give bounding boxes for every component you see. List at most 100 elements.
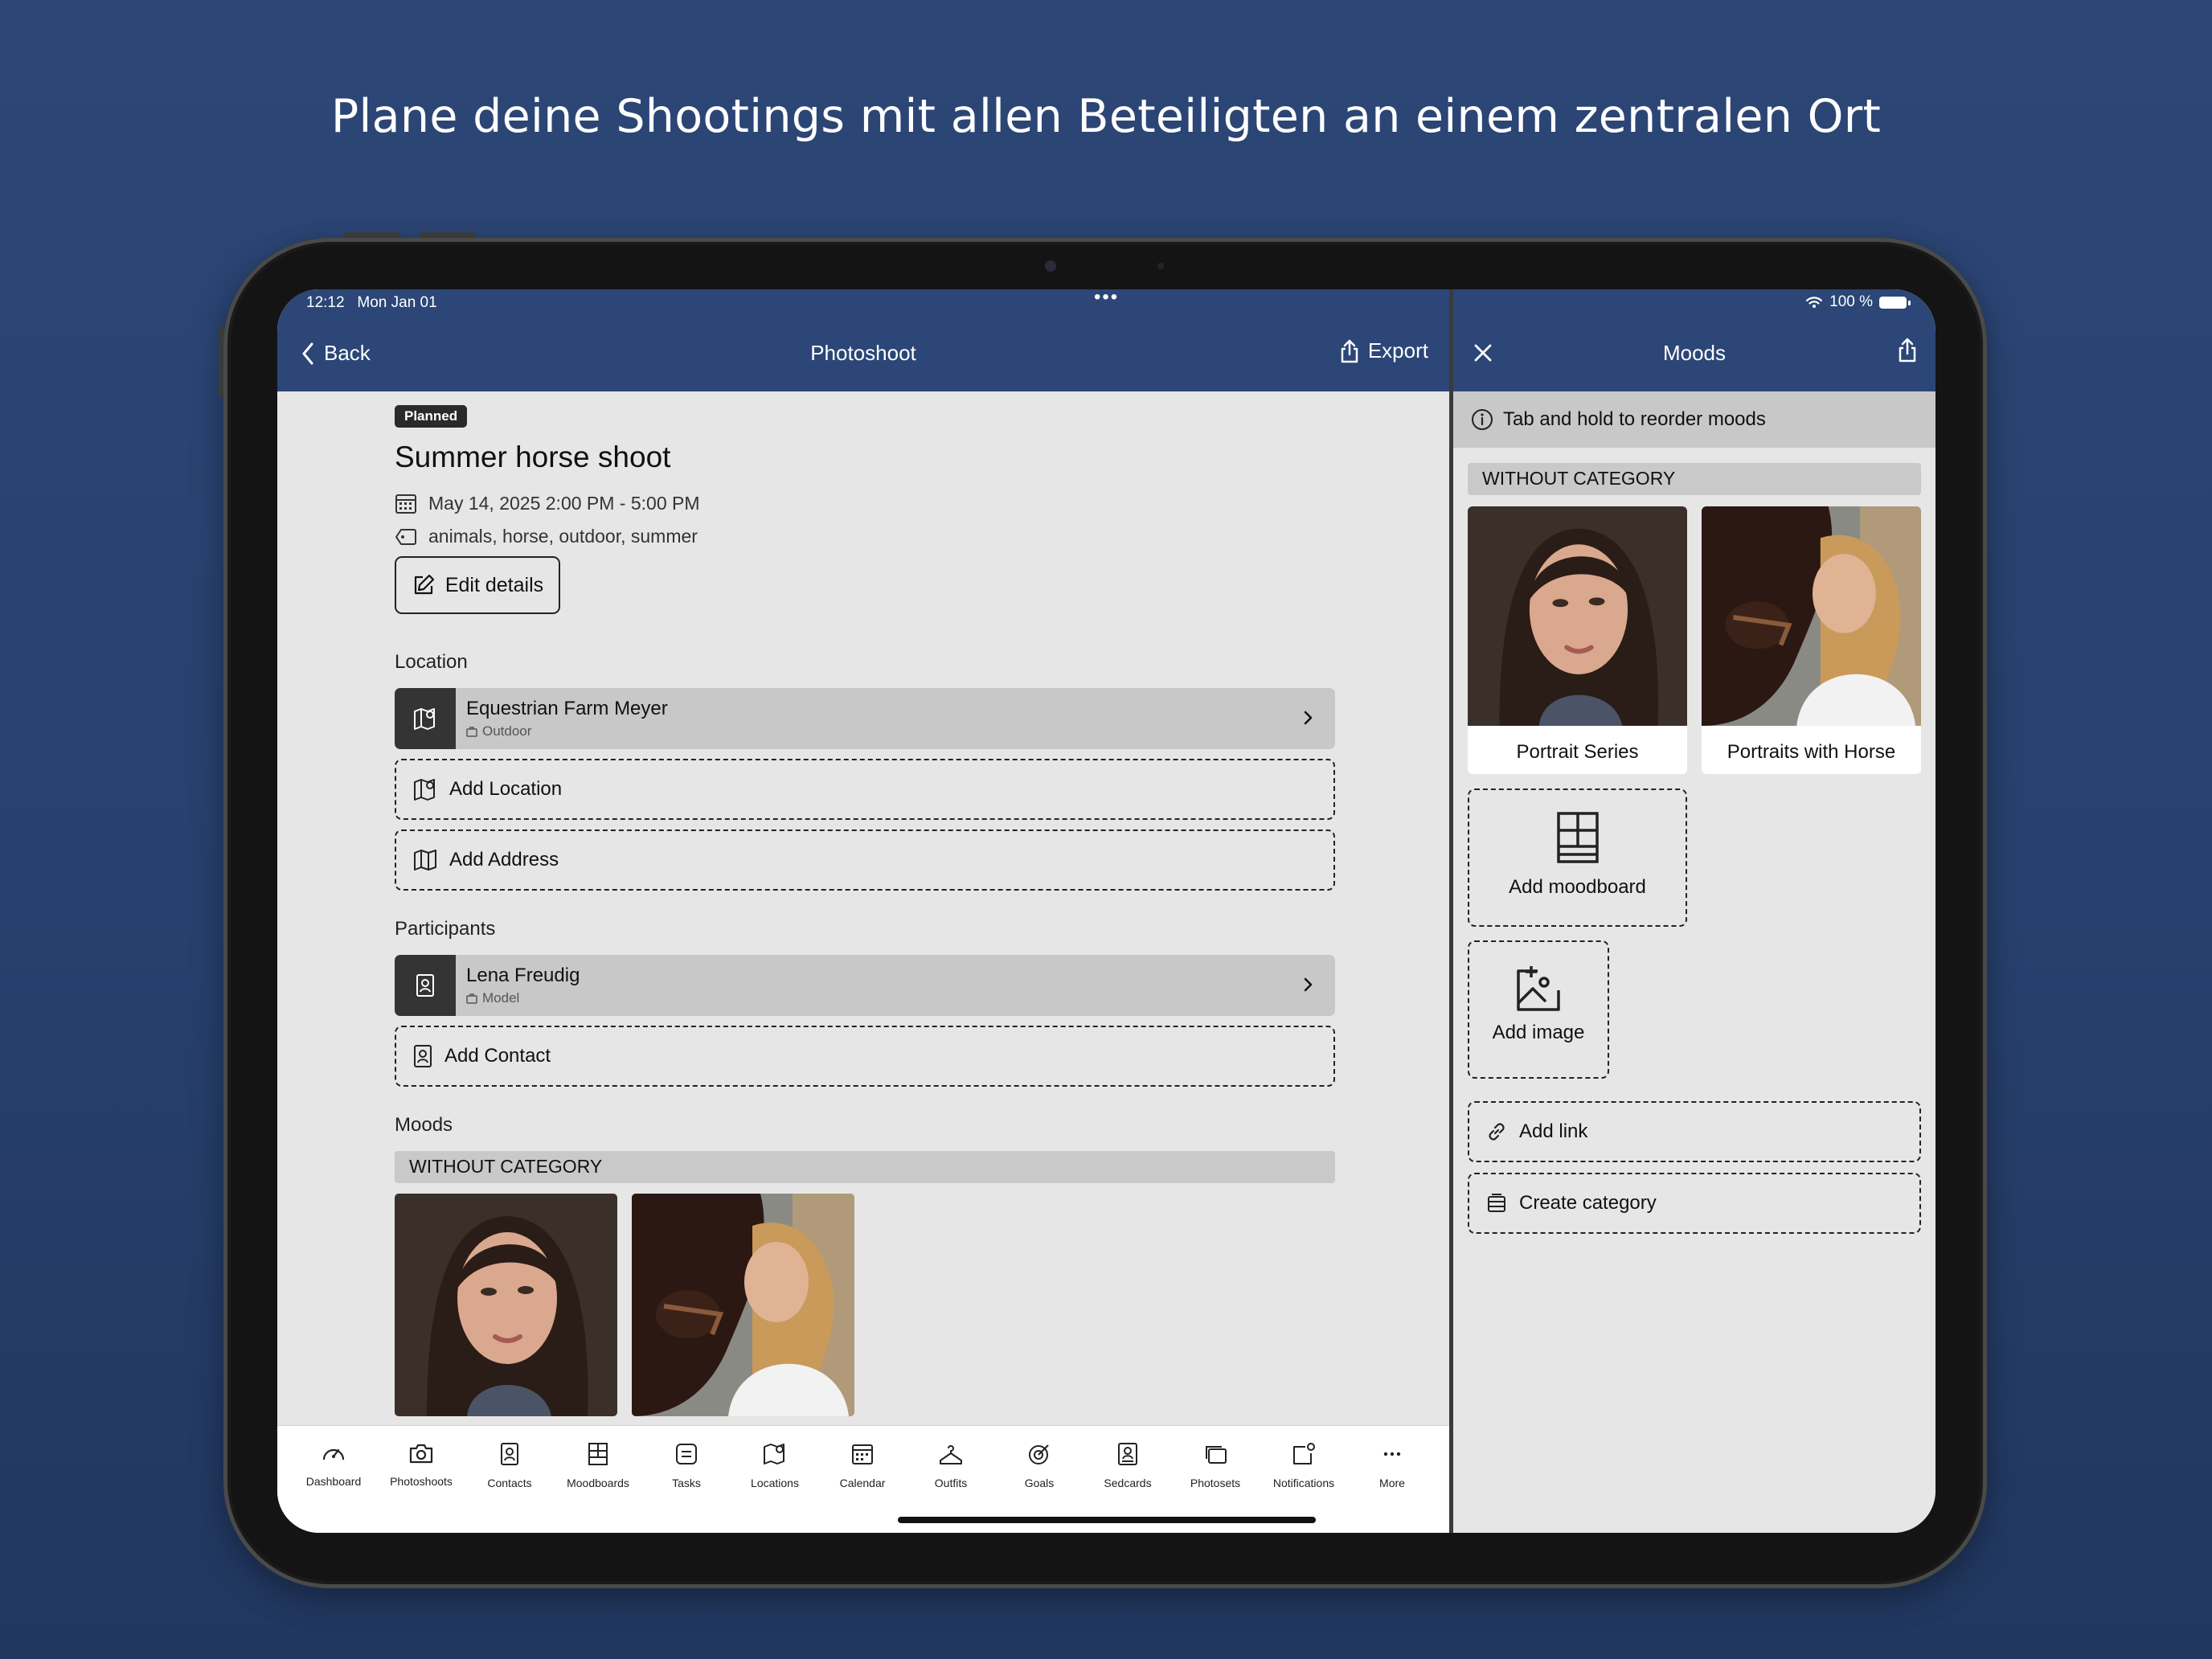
add-image-button[interactable]: Add image — [1468, 940, 1609, 1079]
photoset-icon — [1206, 1446, 1227, 1464]
photoshoot-pane: Back Photoshoot Export Planned Summer ho… — [277, 289, 1449, 1533]
gauge-icon — [322, 1448, 345, 1460]
status-bar: 12:12 Mon Jan 01 ••• 100 % — [277, 289, 1936, 312]
tab-label: Locations — [751, 1477, 799, 1489]
front-camera — [1045, 260, 1056, 272]
shoot-datetime: May 14, 2025 2:00 PM - 5:00 PM — [428, 492, 700, 514]
location-item[interactable]: Equestrian Farm Meyer Outdoor — [395, 688, 1335, 749]
multitasking-dots[interactable]: ••• — [1094, 289, 1119, 309]
chevron-right-icon — [1304, 711, 1313, 725]
participant-name: Lena Freudig — [466, 965, 580, 986]
add-location-button[interactable]: Add Location — [395, 759, 1335, 820]
export-button[interactable]: Export — [1339, 338, 1428, 363]
sedcard-icon — [1118, 1443, 1137, 1465]
tab-notifications[interactable]: Notifications — [1260, 1442, 1348, 1489]
portrait-photo — [395, 1194, 617, 1416]
map-icon — [414, 850, 436, 870]
participant-role-label: Model — [482, 990, 520, 1006]
edit-details-button[interactable]: Edit details — [395, 556, 560, 614]
category-header: WITHOUT CATEGORY — [1468, 463, 1921, 495]
moodboard-icon — [588, 1443, 608, 1465]
calendar-icon — [395, 494, 416, 514]
notification-icon — [1293, 1443, 1315, 1464]
chevron-right-icon — [1304, 977, 1313, 992]
reorder-hint-text: Tab and hold to reorder moods — [1503, 408, 1766, 430]
tab-label: Calendar — [839, 1477, 886, 1489]
horse-photo — [1702, 506, 1921, 726]
tab-sedcards[interactable]: Sedcards — [1083, 1442, 1172, 1489]
add-moodboard-button[interactable]: Add moodboard — [1468, 789, 1687, 927]
tab-label: Outfits — [934, 1477, 968, 1489]
date-row: May 14, 2025 2:00 PM - 5:00 PM — [395, 492, 700, 514]
moods-label: Moods — [395, 1114, 453, 1136]
tab-photosets[interactable]: Photosets — [1171, 1442, 1260, 1489]
edit-icon — [414, 574, 434, 595]
tab-label: Dashboard — [305, 1475, 362, 1488]
moodboard-icon — [1556, 812, 1599, 863]
add-link-button[interactable]: Add link — [1468, 1101, 1921, 1162]
mood-card-caption: Portrait Series — [1516, 741, 1639, 763]
tab-locations[interactable]: Locations — [731, 1442, 819, 1489]
tasks-icon — [676, 1444, 697, 1464]
tab-calendar[interactable]: Calendar — [818, 1442, 907, 1489]
tab-label: Notifications — [1272, 1477, 1335, 1489]
export-label: Export — [1367, 338, 1428, 363]
tab-label: Photoshoots — [390, 1475, 453, 1488]
mood-card-portrait-series[interactable]: Portrait Series — [1468, 506, 1687, 774]
screen: Back Photoshoot Export Planned Summer ho… — [277, 289, 1936, 1533]
participant-item[interactable]: Lena Freudig Model — [395, 955, 1335, 1016]
tab-tasks[interactable]: Tasks — [642, 1442, 731, 1489]
tab-contacts[interactable]: Contacts — [465, 1442, 554, 1489]
share-icon[interactable] — [1897, 338, 1918, 363]
battery-icon — [1879, 296, 1911, 309]
info-icon — [1472, 409, 1493, 430]
mood-thumbnail-portrait[interactable] — [395, 1194, 617, 1416]
category-icon — [1488, 1194, 1505, 1212]
target-icon — [1029, 1444, 1049, 1464]
category-header: WITHOUT CATEGORY — [395, 1151, 1335, 1183]
home-indicator[interactable] — [898, 1517, 1316, 1523]
briefcase-icon — [466, 727, 477, 737]
tab-label: Sedcards — [1104, 1477, 1152, 1489]
tab-label: Contacts — [487, 1477, 532, 1489]
more-icon — [1383, 1452, 1401, 1456]
add-address-label: Add Address — [449, 849, 559, 870]
power-button — [219, 326, 223, 398]
tab-photoshoots[interactable]: Photoshoots — [377, 1442, 465, 1488]
volume-button — [344, 232, 400, 238]
headline: Plane deine Shootings mit allen Beteilig… — [330, 90, 1882, 143]
tab-label: Goals — [1024, 1477, 1055, 1489]
edit-details-label: Edit details — [444, 573, 544, 596]
page-title: Photoshoot — [810, 341, 916, 365]
hanger-icon — [940, 1445, 962, 1464]
tab-moodboards[interactable]: Moodboards — [554, 1442, 642, 1489]
contact-icon-box — [395, 955, 456, 1016]
contact-card-icon — [414, 1045, 432, 1067]
battery-percent: 100 % — [1829, 293, 1873, 310]
add-contact-button[interactable]: Add Contact — [395, 1026, 1335, 1087]
add-image-label: Add image — [1492, 1022, 1585, 1043]
tab-dashboard[interactable]: Dashboard — [289, 1442, 378, 1488]
create-category-label: Create category — [1519, 1192, 1657, 1214]
mood-card-portraits-with-horse[interactable]: Portraits with Horse — [1702, 506, 1921, 774]
location-label: Location — [395, 651, 468, 673]
camera-icon — [409, 1444, 433, 1464]
status-badge: Planned — [395, 405, 468, 428]
location-type-label: Outdoor — [482, 723, 532, 739]
tab-goals[interactable]: Goals — [995, 1442, 1083, 1489]
status-time: 12:12 Mon Jan 01 — [306, 294, 437, 311]
tab-outfits[interactable]: Outfits — [907, 1442, 995, 1489]
moods-title: Moods — [1662, 341, 1727, 365]
moods-panel: Moods Tab and hold to reorder moods WITH… — [1453, 289, 1936, 1533]
map-pin-icon — [414, 779, 435, 801]
location-type: Outdoor — [466, 723, 531, 739]
participants-label: Participants — [395, 918, 496, 940]
create-category-button[interactable]: Create category — [1468, 1173, 1921, 1234]
add-contact-label: Add Contact — [444, 1045, 551, 1067]
horse-photo — [632, 1194, 854, 1416]
add-address-button[interactable]: Add Address — [395, 830, 1335, 891]
tab-more[interactable]: More — [1348, 1442, 1436, 1489]
map-pin-icon — [414, 708, 435, 730]
sensor — [1157, 263, 1164, 269]
mood-thumbnail-horse[interactable] — [632, 1194, 854, 1416]
